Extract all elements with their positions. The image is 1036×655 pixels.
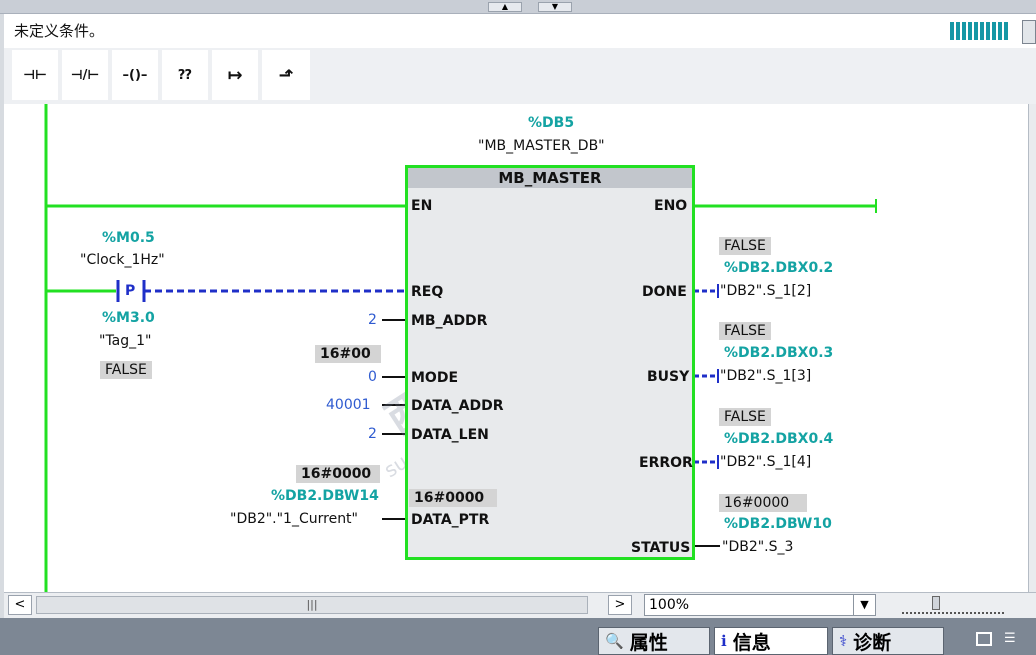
ptr-name: "DB2"."1_Current" <box>230 511 358 527</box>
error-name: "DB2".S_1[4] <box>720 454 812 470</box>
p-contact-label: P <box>125 283 136 299</box>
instruction-toolbar <box>4 48 1036 104</box>
busy-address: %DB2.DBX0.3 <box>724 345 834 361</box>
splitter-up-button[interactable]: ▲ <box>488 2 522 12</box>
vertical-scrollbar[interactable] <box>1028 104 1036 592</box>
status-address: %DB2.DBW10 <box>724 516 832 532</box>
chevron-down-icon[interactable]: ▼ <box>853 595 875 615</box>
info-icon: ℹ <box>721 632 727 650</box>
list-menu-icon[interactable]: ☰ <box>1004 632 1022 646</box>
zoom-slider[interactable] <box>902 596 1004 614</box>
nc-contact-button[interactable]: ⊣/⊢ <box>62 50 108 100</box>
status-bars-icon <box>950 22 1012 40</box>
instance-db-address: %DB5 <box>528 115 575 131</box>
data-ptr-monitor: 16#0000 <box>409 489 497 507</box>
zoom-slider-thumb[interactable] <box>932 596 940 610</box>
pin-error: ERROR <box>639 455 693 471</box>
done-state: FALSE <box>719 237 771 255</box>
error-state: FALSE <box>719 408 771 426</box>
pin-en: EN <box>411 198 433 214</box>
done-name: "DB2".S_1[2] <box>720 283 812 299</box>
pin-eno: ENO <box>654 198 688 214</box>
status-name: "DB2".S_3 <box>722 539 794 555</box>
error-address: %DB2.DBX0.4 <box>724 431 834 447</box>
scroll-right-button[interactable]: > <box>608 595 632 615</box>
splitter-down-button[interactable]: ▼ <box>538 2 572 12</box>
panel-toggle-button[interactable] <box>1022 20 1036 44</box>
pin-busy: BUSY <box>647 369 690 385</box>
tab-info[interactable]: ℹ 信息 <box>714 627 828 655</box>
data-len-value: 2 <box>368 426 377 442</box>
pin-data-ptr: DATA_PTR <box>411 512 490 528</box>
mode-value: 0 <box>368 369 377 385</box>
tab-diagnostics-label: 诊断 <box>853 631 892 654</box>
instance-db-name: "MB_MASTER_DB" <box>478 138 605 154</box>
no-contact-button[interactable]: ⊣⊢ <box>12 50 58 100</box>
ptr-address: %DB2.DBW14 <box>271 488 379 504</box>
pin-req: REQ <box>411 284 444 300</box>
busy-name: "DB2".S_1[3] <box>720 368 812 384</box>
pin-done: DONE <box>642 284 687 300</box>
close-branch-button[interactable]: ⬏ <box>262 50 310 100</box>
condition-text: 未定义条件。 <box>14 22 105 40</box>
empty-box-button[interactable]: ⁇ <box>162 50 208 100</box>
diagnostics-icon: ⚕ <box>839 632 848 650</box>
clock-address: %M0.5 <box>102 230 155 246</box>
window-layout-icon[interactable] <box>976 632 992 646</box>
tab-properties-label: 属性 <box>629 631 668 654</box>
tab-info-label: 信息 <box>732 631 771 654</box>
tag-address: %M3.0 <box>102 310 155 326</box>
tab-properties[interactable]: 🔍 属性 <box>598 627 710 655</box>
tab-diagnostics[interactable]: ⚕ 诊断 <box>832 627 944 655</box>
condition-bar <box>4 14 1036 48</box>
zoom-value: 100% <box>649 597 690 613</box>
horizontal-scroll-thumb[interactable]: ||| <box>36 596 588 614</box>
pin-status: STATUS <box>631 540 691 556</box>
scroll-left-button[interactable]: < <box>8 595 32 615</box>
open-branch-button[interactable]: ↦ <box>212 50 258 100</box>
done-address: %DB2.DBX0.2 <box>724 260 834 276</box>
clock-name: "Clock_1Hz" <box>80 252 165 268</box>
pin-mb-addr: MB_ADDR <box>411 313 488 329</box>
block-title: MB_MASTER <box>408 168 692 188</box>
busy-state: FALSE <box>719 322 771 340</box>
tag-state: FALSE <box>100 361 152 379</box>
ptr-monitor: 16#0000 <box>296 465 380 483</box>
zoom-select[interactable]: 100% ▼ <box>644 594 876 616</box>
tag-name: "Tag_1" <box>99 333 152 349</box>
data-addr-value: 40001 <box>326 397 371 413</box>
ladder-editor-window: ▲ ▼ 未定义条件。 ⊣⊢ ⊣/⊢ –()– ⁇ ↦ ⬏ MB_MASTER E… <box>0 0 1036 655</box>
mode-monitor: 16#00 <box>315 345 381 363</box>
mb-addr-value: 2 <box>368 312 377 328</box>
pin-data-addr: DATA_ADDR <box>411 398 504 414</box>
coil-button[interactable]: –()– <box>112 50 158 100</box>
pin-mode: MODE <box>411 370 459 386</box>
status-monitor: 16#0000 <box>719 494 807 512</box>
ladder-canvas[interactable]: 找答案 西门子工业 support.industry.siemens.com/c… <box>4 104 1028 592</box>
properties-icon: 🔍 <box>605 632 624 650</box>
pin-data-len: DATA_LEN <box>411 427 489 443</box>
